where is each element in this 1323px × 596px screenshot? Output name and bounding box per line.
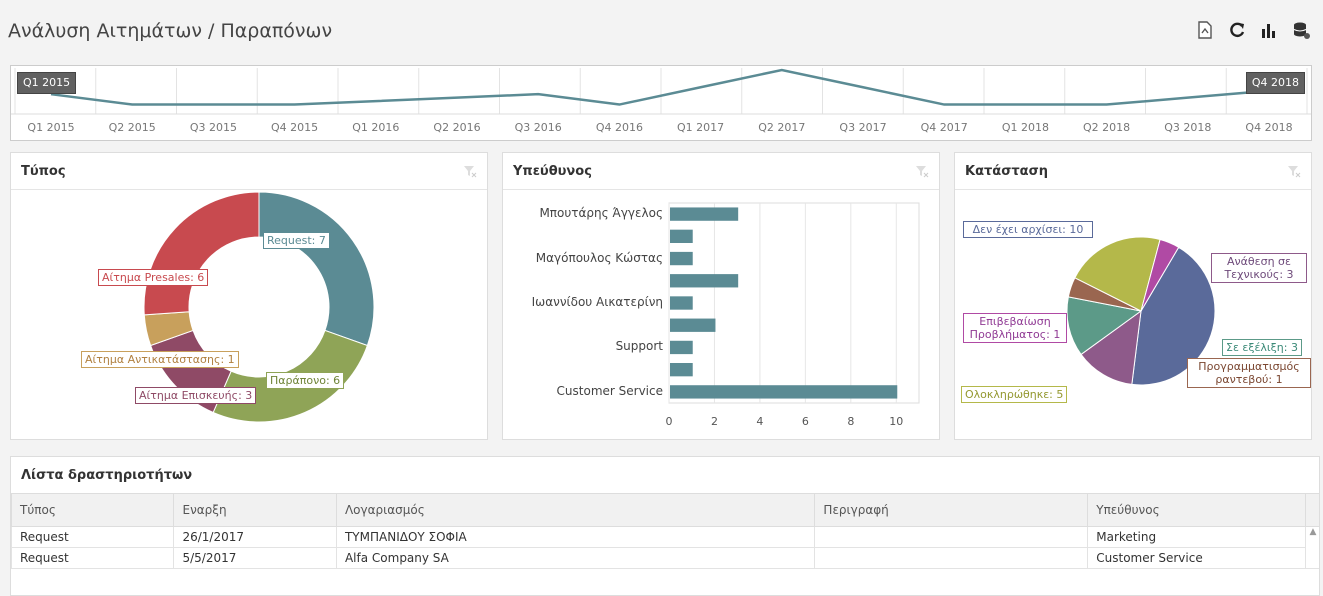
clear-filter-icon[interactable] — [915, 164, 929, 178]
bar — [670, 385, 898, 399]
clear-filter-icon[interactable] — [1287, 164, 1301, 178]
page-title: Ανάλυση Αιτημάτων / Παραπόνων — [8, 20, 333, 42]
bar — [670, 274, 739, 288]
bar — [670, 296, 693, 310]
bar-tick-label: 6 — [801, 415, 809, 428]
refresh-icon[interactable] — [1227, 20, 1247, 40]
bar-category-label: Support — [615, 339, 663, 354]
timeline-series-line — [50, 68, 1270, 106]
bar — [670, 207, 739, 221]
bar-category-label: Μπουτάρης Άγγελος — [539, 206, 663, 221]
donut-slice — [258, 191, 375, 347]
cell-description — [814, 526, 1089, 548]
bar-tick-label: 0 — [665, 415, 673, 428]
cell-description — [814, 547, 1089, 569]
owner-panel-title: Υπεύθυνος — [513, 164, 592, 179]
bar — [670, 251, 693, 266]
timeline-quarter-label: Q4 2017 — [920, 121, 968, 134]
bar-category-label: Customer Service — [556, 383, 663, 398]
table-header-row: Τύπος Εναρξη Λογαριασμός Περιγραφή Υπεύθ… — [11, 493, 1319, 527]
timeline-quarter-label: Q3 2017 — [839, 121, 887, 134]
timeline-quarter-label: Q1 2015 — [27, 121, 75, 134]
cell-type: Request — [11, 547, 175, 569]
clear-filter-icon[interactable] — [463, 164, 477, 178]
type-panel: Τύπος Request: 7 Παράπονο: 6 Αίτημα Επισ… — [10, 152, 488, 440]
donut-label-presales: Αίτημα Presales: 6 — [98, 269, 209, 286]
timeline-quarter-label: Q3 2018 — [1164, 121, 1212, 134]
donut-slice — [143, 191, 260, 316]
status-panel: Κατάσταση Δεν έχει αρχίσει: 10 Ανάθεση σ… — [954, 152, 1312, 440]
bar-tick-label: 2 — [710, 415, 718, 428]
donut-label-repair: Αίτημα Επισκευής: 3 — [135, 387, 257, 404]
column-header-description[interactable]: Περιγραφή — [814, 493, 1089, 527]
timeline-quarter-label: Q2 2018 — [1083, 121, 1131, 134]
timeline-start-handle[interactable]: Q1 2015 — [17, 72, 77, 94]
timeline-end-handle[interactable]: Q4 2018 — [1245, 72, 1305, 94]
timeline-quarter-label: Q4 2016 — [595, 121, 643, 134]
timeline-quarter-label: Q3 2015 — [189, 121, 237, 134]
column-header-account[interactable]: Λογαριασμός — [335, 493, 816, 527]
cell-start: 5/5/2017 — [173, 547, 337, 569]
timeline-quarter-label: Q4 2018 — [1245, 121, 1293, 134]
bar-tick-label: 4 — [756, 415, 764, 428]
column-header-owner[interactable]: Υπεύθυνος — [1087, 493, 1306, 527]
bar — [670, 363, 693, 377]
cell-start: 26/1/2017 — [173, 526, 337, 548]
donut-label-request: Request: 7 — [263, 232, 330, 249]
bar-category-label: Μαγόπουλος Κώστας — [535, 250, 663, 265]
owner-panel: Υπεύθυνος Μπουτάρης Άγγελος Μαγόπουλος Κώ… — [502, 152, 940, 440]
bar — [670, 318, 716, 332]
bar-chart-icon[interactable] — [1259, 20, 1279, 40]
status-panel-title: Κατάσταση — [965, 164, 1048, 179]
timeline-quarter-label: Q2 2017 — [758, 121, 806, 134]
activities-table: Τύπος Εναρξη Λογαριασμός Περιγραφή Υπεύθ… — [11, 493, 1320, 569]
export-icon[interactable] — [1195, 20, 1215, 40]
cell-type: Request — [11, 526, 175, 548]
timeline-quarter-label: Q1 2016 — [352, 121, 400, 134]
activities-panel: Λίστα δραστηριοτήτων Τύπος Εναρξη Λογαρι… — [10, 456, 1320, 596]
donut-label-replacement: Αίτημα Αντικατάστασης: 1 — [81, 351, 239, 368]
database-icon[interactable] — [1291, 20, 1311, 40]
timeline-range-selector[interactable]: Q1 2015 Q4 2018 Q1 2015 Q2 2015 Q3 2015 Q4 … — [10, 65, 1312, 141]
cell-owner: Marketing — [1087, 526, 1306, 548]
timeline-quarter-label: Q1 2018 — [1001, 121, 1049, 134]
pie-label-not-started: Δεν έχει αρχίσει: 10 — [963, 221, 1093, 238]
column-header-start[interactable]: Εναρξη — [173, 493, 337, 527]
bar-tick-label: 10 — [889, 415, 904, 428]
timeline-quarter-label: Q3 2016 — [514, 121, 562, 134]
bar-category-label: Ιωαννίδου Αικατερίνη — [531, 295, 663, 309]
timeline-quarter-label: Q4 2015 — [271, 121, 319, 134]
pie-label-in-progress: Σε εξέλιξη: 3 — [1222, 339, 1302, 356]
timeline-quarter-label: Q1 2017 — [677, 121, 725, 134]
toolbar — [1195, 20, 1311, 40]
table-scrollbar[interactable]: ▲ — [1304, 526, 1319, 569]
pie-label-completed: Ολοκληρώθηκε: 5 — [961, 386, 1068, 403]
type-panel-title: Τύπος — [21, 164, 66, 179]
cell-account: ΤΥΜΠΑΝΙΔΟΥ ΣΟΦΙΑ — [335, 526, 816, 548]
bar-tick-label: 8 — [847, 415, 855, 428]
cell-owner: Customer Service — [1087, 547, 1306, 569]
activities-panel-title: Λίστα δραστηριοτήτων — [21, 468, 193, 483]
scrollbar-header — [1304, 493, 1319, 527]
pie-label-confirmation: Επιβεβαίωση Προβλήματος: 1 — [963, 313, 1067, 343]
cell-account: Alfa Company SA — [335, 547, 816, 569]
bar — [670, 340, 693, 355]
bar — [670, 229, 693, 243]
table-row[interactable]: Request 26/1/2017 ΤΥΜΠΑΝΙΔΟΥ ΣΟΦΙΑ Marke… — [11, 526, 1319, 569]
column-header-type[interactable]: Τύπος — [11, 493, 175, 527]
timeline-quarter-label: Q2 2016 — [433, 121, 481, 134]
table-row[interactable]: Request 5/5/2017 Alfa Company SA Custome… — [11, 547, 1320, 569]
donut-label-complaint: Παράπονο: 6 — [266, 372, 345, 389]
timeline-quarter-label: Q2 2015 — [108, 121, 156, 134]
pie-label-appointment: Προγραμματισμός ραντεβού: 1 — [1187, 358, 1311, 388]
pie-label-assigned: Ανάθεση σε Τεχνικούς: 3 — [1211, 253, 1307, 283]
scroll-up-icon[interactable]: ▲ — [1309, 527, 1316, 537]
